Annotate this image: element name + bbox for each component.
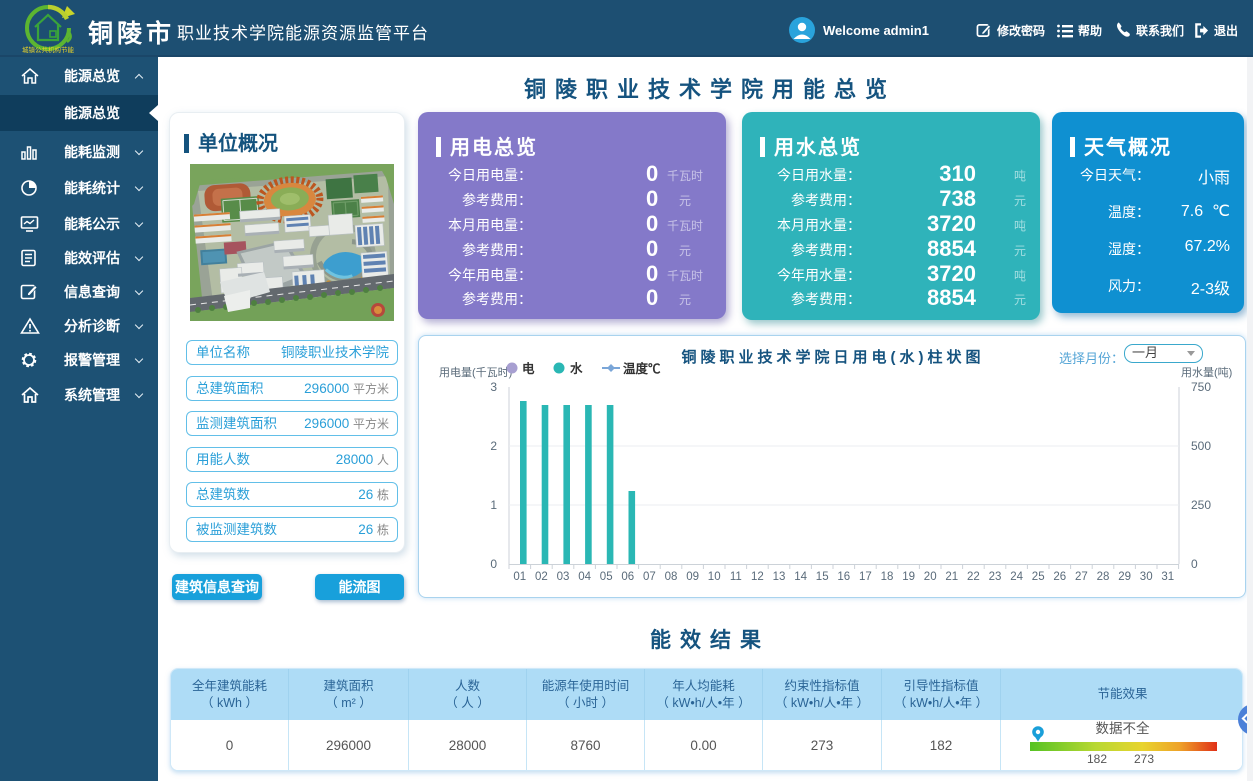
svg-text:02: 02 [535, 571, 548, 583]
svg-text:水: 水 [570, 361, 583, 376]
svg-text:15: 15 [816, 571, 829, 583]
svg-text:用电量(千瓦时): 用电量(千瓦时) [439, 366, 512, 379]
svg-text:14: 14 [794, 571, 807, 583]
svg-text:182: 182 [1087, 752, 1107, 766]
svg-text:2: 2 [490, 439, 497, 453]
svg-text:城镇公共机构节能: 城镇公共机构节能 [22, 45, 75, 54]
svg-text:21: 21 [945, 571, 958, 583]
svg-text:273: 273 [1134, 752, 1154, 766]
svg-text:12: 12 [751, 571, 764, 583]
svg-text:07: 07 [643, 571, 656, 583]
svg-text:温度℃: 温度℃ [623, 361, 661, 376]
svg-text:电: 电 [522, 361, 535, 376]
svg-text:19: 19 [902, 571, 915, 583]
svg-text:09: 09 [686, 571, 699, 583]
svg-text:750: 750 [1191, 380, 1211, 394]
svg-text:18: 18 [881, 571, 894, 583]
svg-text:05: 05 [600, 571, 613, 583]
svg-text:10: 10 [708, 571, 721, 583]
svg-text:30: 30 [1140, 571, 1153, 583]
svg-text:06: 06 [621, 571, 634, 583]
svg-text:16: 16 [837, 571, 850, 583]
svg-text:01: 01 [513, 571, 526, 583]
svg-text:用水量(吨): 用水量(吨) [1181, 366, 1232, 379]
svg-text:24: 24 [1010, 571, 1023, 583]
svg-text:3: 3 [490, 380, 497, 394]
svg-text:26: 26 [1053, 571, 1066, 583]
svg-text:0: 0 [490, 557, 497, 571]
svg-text:13: 13 [773, 571, 786, 583]
svg-text:0: 0 [1191, 557, 1198, 571]
svg-text:28: 28 [1097, 571, 1110, 583]
svg-text:250: 250 [1191, 498, 1211, 512]
svg-text:23: 23 [989, 571, 1002, 583]
svg-text:03: 03 [557, 571, 570, 583]
svg-text:31: 31 [1161, 571, 1174, 583]
svg-text:1: 1 [490, 498, 497, 512]
svg-text:500: 500 [1191, 439, 1211, 453]
svg-text:29: 29 [1118, 571, 1131, 583]
svg-text:22: 22 [967, 571, 980, 583]
svg-text:27: 27 [1075, 571, 1088, 583]
svg-text:04: 04 [578, 571, 591, 583]
svg-text:17: 17 [859, 571, 872, 583]
svg-text:08: 08 [665, 571, 678, 583]
svg-text:25: 25 [1032, 571, 1045, 583]
svg-text:20: 20 [924, 571, 937, 583]
svg-text:11: 11 [730, 571, 742, 583]
